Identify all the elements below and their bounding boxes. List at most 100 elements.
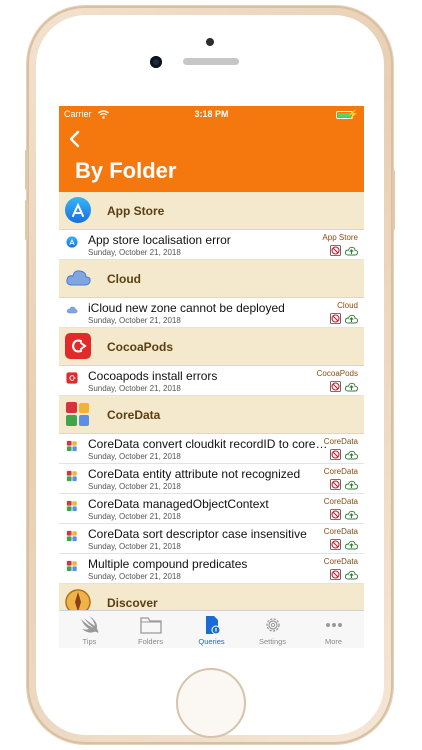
item-date: Sunday, October 21, 2018 (88, 572, 181, 581)
section-label: CocoaPods (107, 340, 174, 354)
item-date: Sunday, October 21, 2018 (88, 482, 181, 491)
item-folder-tag: CoreData (323, 497, 358, 506)
cocoapods-icon (64, 332, 92, 360)
section-header: Discover (59, 584, 364, 610)
item-title: iCloud new zone cannot be deployed (88, 301, 285, 315)
coredata-icon (66, 499, 78, 512)
item-date: Sunday, October 21, 2018 (88, 452, 181, 461)
item-date: Sunday, October 21, 2018 (88, 512, 181, 521)
list-item[interactable]: App store localisation error Sunday, Octo… (59, 230, 364, 260)
item-folder-tag: CoreData (323, 467, 358, 476)
coredata-icon (66, 529, 78, 542)
section-header: CoreData (59, 396, 364, 434)
item-folder-tag: CoreData (323, 527, 358, 536)
tab-more[interactable]: More (303, 611, 364, 648)
coredata-icon (64, 400, 92, 428)
power-button (392, 170, 395, 230)
list-item[interactable]: CoreData managedObjectContext Sunday, Oct… (59, 494, 364, 524)
cloud-upload-icon[interactable] (344, 477, 358, 490)
cloud-upload-icon[interactable] (344, 243, 358, 256)
tab-label: Settings (258, 637, 287, 646)
cloud-icon (64, 264, 92, 292)
list-item[interactable]: CoreData sort descriptor case insensitiv… (59, 524, 364, 554)
item-title: CoreData managedObjectContext (88, 497, 269, 511)
item-title: CoreData convert cloudkit recordID to co… (88, 437, 330, 451)
coredata-icon (66, 469, 78, 482)
cloud-icon (66, 303, 78, 315)
nav-bar: Carrier 3:18 PM ⚡ By Folder (59, 106, 364, 192)
section-header: App Store (59, 192, 364, 230)
item-date: Sunday, October 21, 2018 (88, 384, 181, 393)
tab-settings[interactable]: Settings (242, 611, 303, 648)
cloud-upload-icon[interactable] (344, 507, 358, 520)
tab-label: More (324, 637, 343, 646)
chevron-left-icon (69, 130, 80, 148)
unshared-icon[interactable] (330, 311, 341, 324)
page-title: By Folder (75, 158, 177, 183)
volume-button (25, 200, 28, 240)
list-item[interactable]: CoreData entity attribute not recognized… (59, 464, 364, 494)
home-button[interactable] (176, 668, 246, 738)
tab-queries[interactable]: Queries (181, 611, 242, 648)
tab-bar: Tips Folders Queries Settings More (59, 610, 364, 648)
item-title: Cocoapods install errors (88, 369, 218, 383)
item-folder-tag: Cloud (337, 301, 358, 310)
app-store-icon (64, 196, 92, 224)
section-header: CocoaPods (59, 328, 364, 366)
item-title: Multiple compound predicates (88, 557, 248, 571)
app-screen: Carrier 3:18 PM ⚡ By Folder App Store App… (59, 106, 364, 648)
item-date: Sunday, October 21, 2018 (88, 542, 181, 551)
cloud-upload-icon[interactable] (344, 379, 358, 392)
item-folder-tag: App Store (322, 233, 358, 242)
item-title: CoreData sort descriptor case insensitiv… (88, 527, 307, 541)
gear-icon (262, 615, 284, 635)
status-bar: Carrier 3:18 PM ⚡ (64, 109, 359, 123)
tab-label: Tips (82, 637, 97, 646)
item-date: Sunday, October 21, 2018 (88, 316, 181, 325)
unshared-icon[interactable] (330, 243, 341, 256)
unshared-icon[interactable] (330, 567, 341, 580)
tab-label: Folders (137, 637, 163, 646)
charging-icon: ⚡ (347, 109, 359, 119)
unshared-icon[interactable] (330, 507, 341, 520)
list-item[interactable]: iCloud new zone cannot be deployed Sunday… (59, 298, 364, 328)
section-header: Cloud (59, 260, 364, 298)
list-item[interactable]: Multiple compound predicates Sunday, Octo… (59, 554, 364, 584)
tab-tips[interactable]: Tips (59, 611, 120, 648)
cloud-upload-icon[interactable] (344, 447, 358, 460)
item-title: CoreData entity attribute not recognized (88, 467, 301, 481)
coredata-icon (66, 439, 78, 452)
section-label: CoreData (107, 408, 161, 422)
earpiece-speaker (183, 58, 239, 65)
app-store-icon (66, 235, 78, 248)
discover-icon (64, 588, 92, 610)
unshared-icon[interactable] (330, 537, 341, 550)
item-title: App store localisation error (88, 233, 231, 247)
item-folder-tag: CoreData (323, 557, 358, 566)
section-label: App Store (107, 204, 165, 218)
item-folder-tag: CoreData (323, 437, 358, 446)
folder-list[interactable]: App Store App store localisation error Sun… (59, 192, 364, 610)
cloud-upload-icon[interactable] (344, 311, 358, 324)
cloud-upload-icon[interactable] (344, 567, 358, 580)
section-label: Cloud (107, 272, 141, 286)
coredata-icon (66, 559, 78, 572)
proximity-sensor (206, 38, 214, 46)
unshared-icon[interactable] (330, 447, 341, 460)
front-camera (150, 56, 162, 68)
list-item[interactable]: CoreData convert cloudkit recordID to co… (59, 434, 364, 464)
tab-folders[interactable]: Folders (120, 611, 181, 648)
volume-button (25, 150, 28, 190)
section-label: Discover (107, 596, 158, 610)
document-icon (201, 615, 223, 635)
more-icon (323, 615, 345, 635)
cloud-upload-icon[interactable] (344, 537, 358, 550)
item-date: Sunday, October 21, 2018 (88, 248, 181, 257)
tab-label: Queries (198, 637, 225, 646)
folder-icon (140, 615, 162, 635)
back-button[interactable] (68, 128, 80, 154)
item-folder-tag: CocoaPods (316, 369, 358, 378)
list-item[interactable]: Cocoapods install errors Sunday, October … (59, 366, 364, 396)
unshared-icon[interactable] (330, 477, 341, 490)
unshared-icon[interactable] (330, 379, 341, 392)
